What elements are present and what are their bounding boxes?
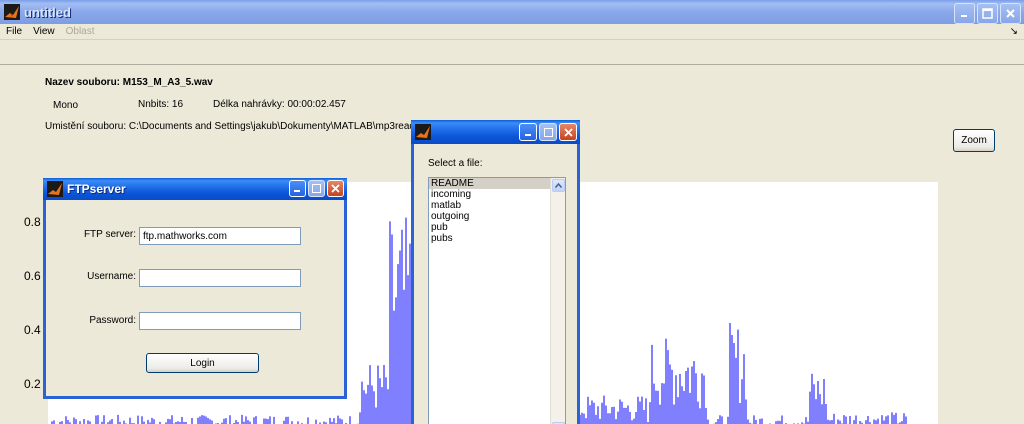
y-tick-label: 0.4 xyxy=(24,323,41,337)
menu-oblast[interactable]: Oblast xyxy=(60,26,100,37)
zoom-button[interactable]: Zoom xyxy=(953,129,995,152)
nbits-label: Nnbits: 16 xyxy=(138,99,184,110)
minimize-icon xyxy=(961,15,967,17)
matlab-logo-icon xyxy=(415,124,431,140)
minimize-button[interactable] xyxy=(954,3,975,24)
maximize-icon xyxy=(982,8,993,19)
maximize-icon xyxy=(543,127,553,137)
file-window-titlebar[interactable] xyxy=(411,120,580,144)
select-file-label: Select a file: xyxy=(428,158,483,169)
ftp-server-input[interactable] xyxy=(139,227,301,245)
minimize-icon xyxy=(524,133,531,136)
maximize-button[interactable] xyxy=(308,180,325,197)
location-label: Umistění souboru: C:\Documents and Setti… xyxy=(45,121,417,132)
channels-label: Mono xyxy=(53,100,79,111)
password-input[interactable] xyxy=(139,312,301,330)
username-label: Username: xyxy=(87,271,136,282)
minimize-icon xyxy=(294,190,300,192)
matlab-logo-icon xyxy=(4,4,20,20)
chevron-up-icon xyxy=(555,183,562,188)
close-icon xyxy=(1006,9,1015,18)
minimize-button[interactable] xyxy=(519,123,537,141)
main-window-titlebar[interactable]: untitled xyxy=(0,0,1024,24)
separator xyxy=(0,64,1024,65)
login-button[interactable]: Login xyxy=(146,353,259,373)
username-input[interactable] xyxy=(139,269,301,287)
matlab-logo-icon xyxy=(47,181,63,197)
menu-bar: File View Oblast ↘ xyxy=(0,24,1024,40)
filename-label: Nazev souboru: M153_M_A3_5.wav xyxy=(45,77,213,88)
main-window-title: untitled xyxy=(24,4,71,20)
ftp-server-label: FTP server: xyxy=(83,229,136,240)
maximize-button[interactable] xyxy=(539,123,557,141)
password-label: Password: xyxy=(89,315,136,326)
close-icon xyxy=(563,127,573,137)
close-button[interactable] xyxy=(1000,3,1021,24)
list-item[interactable]: README xyxy=(429,178,565,189)
menu-view[interactable]: View xyxy=(27,26,60,37)
list-item[interactable]: incoming xyxy=(429,189,565,200)
menu-file[interactable]: File xyxy=(0,26,27,37)
list-item[interactable]: outgoing xyxy=(429,211,565,222)
list-item[interactable]: pubs xyxy=(429,233,565,244)
close-icon xyxy=(331,184,340,193)
file-select-window: Select a file: README incoming matlab ou… xyxy=(411,120,580,424)
close-button[interactable] xyxy=(327,180,344,197)
scroll-up-button[interactable] xyxy=(552,179,565,192)
y-tick-label: 0.2 xyxy=(24,377,41,391)
list-item[interactable]: pub xyxy=(429,222,565,233)
y-tick-label: 0.6 xyxy=(24,269,41,283)
list-item[interactable]: matlab xyxy=(429,200,565,211)
ftp-window-title: FTPserver xyxy=(67,182,126,196)
duration-label: Délka nahrávky: 00:00:02.457 xyxy=(213,99,346,110)
maximize-button[interactable] xyxy=(977,3,998,24)
toolbar-dock-icon[interactable]: ↘ xyxy=(1010,26,1018,37)
close-button[interactable] xyxy=(559,123,577,141)
y-tick-label: 0.8 xyxy=(24,215,41,229)
minimize-button[interactable] xyxy=(289,180,306,197)
ftp-window-titlebar[interactable]: FTPserver xyxy=(43,178,347,200)
maximize-icon xyxy=(312,184,321,193)
vertical-scrollbar[interactable] xyxy=(550,178,565,424)
ftp-server-window: FTPserver FTP server: Username: Password… xyxy=(43,178,347,399)
file-listbox[interactable]: README incoming matlab outgoing pub pubs xyxy=(428,177,566,424)
